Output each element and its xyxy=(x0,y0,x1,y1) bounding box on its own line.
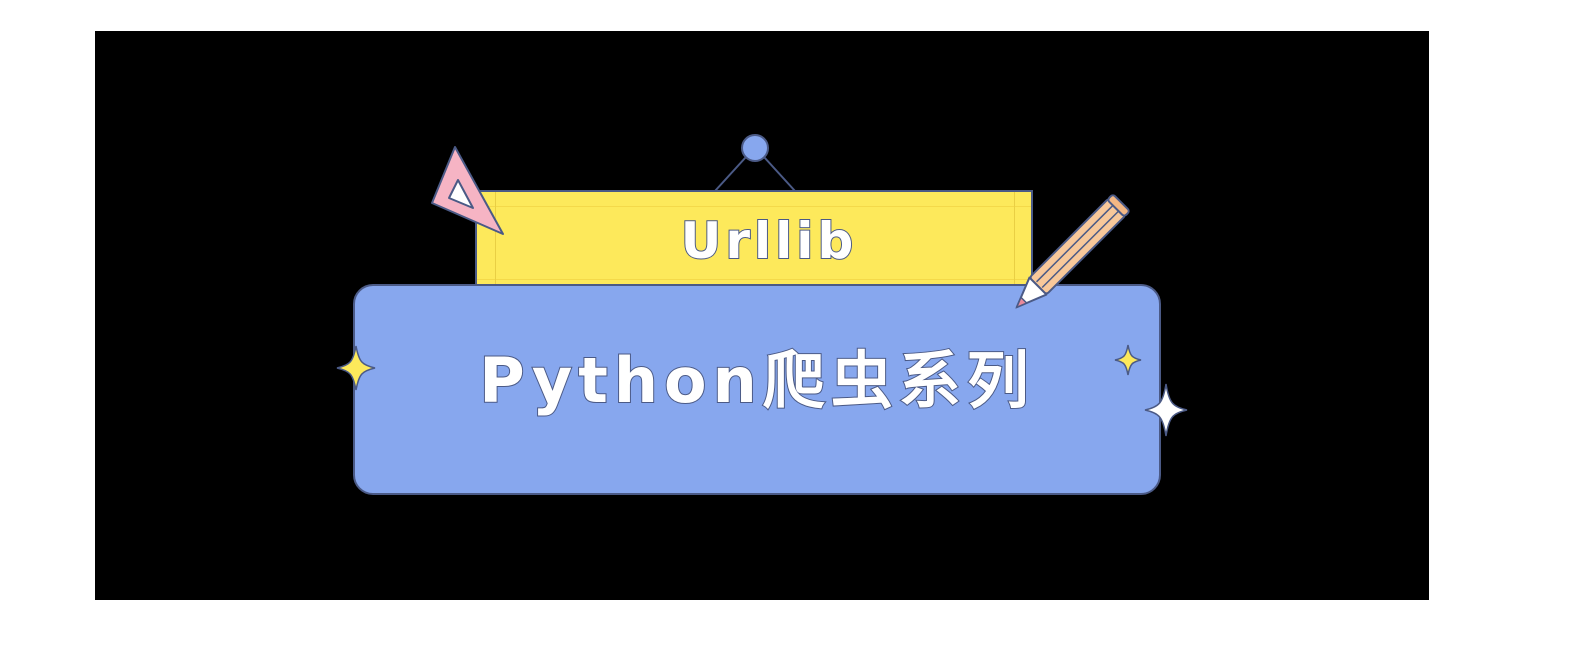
subtitle-text: Urllib xyxy=(680,211,858,271)
subtitle-board: Urllib xyxy=(475,190,1033,286)
title-text: Python爬虫系列 xyxy=(478,343,1035,418)
title-board: Python爬虫系列 xyxy=(353,284,1161,495)
banner: Urllib Python爬虫系列 xyxy=(95,31,1429,600)
